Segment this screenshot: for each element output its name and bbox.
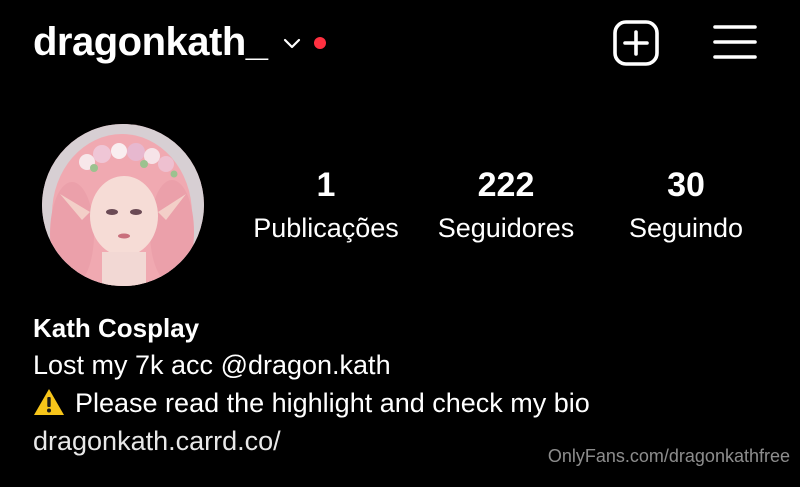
hamburger-menu-icon bbox=[712, 25, 758, 66]
stat-posts[interactable]: 1 Publicações bbox=[236, 164, 416, 248]
followers-label: Seguidores bbox=[437, 213, 575, 243]
notification-dot bbox=[313, 37, 326, 49]
plus-square-icon bbox=[612, 20, 660, 71]
display-name: Kath Cosplay bbox=[33, 313, 200, 343]
menu-button[interactable] bbox=[712, 22, 758, 62]
stat-followers[interactable]: 222 Seguidores bbox=[426, 164, 586, 248]
followers-count: 222 bbox=[477, 166, 535, 204]
bio-line-1: Lost my 7k acc @dragon.kath bbox=[33, 350, 391, 380]
bio-section: Kath Cosplay Lost my 7k acc @dragon.kath… bbox=[33, 310, 753, 460]
watermark: OnlyFans.com/dragonkathfree bbox=[547, 446, 790, 466]
following-label: Seguindo bbox=[628, 213, 744, 243]
username: dragonkath_ bbox=[33, 20, 268, 64]
avatar[interactable] bbox=[42, 124, 204, 286]
profile-stats: 1 Publicações 222 Seguidores 30 Seguindo bbox=[236, 164, 766, 254]
new-post-button[interactable] bbox=[612, 19, 660, 67]
warning-icon bbox=[33, 388, 65, 416]
stat-following[interactable]: 30 Seguindo bbox=[616, 164, 756, 248]
following-count: 30 bbox=[667, 166, 705, 204]
account-switcher[interactable]: dragonkath_ bbox=[33, 14, 326, 70]
top-bar: dragonkath_ bbox=[0, 0, 800, 90]
profile-photo bbox=[42, 124, 204, 286]
posts-count: 1 bbox=[316, 166, 336, 204]
chevron-down-icon bbox=[282, 37, 302, 51]
posts-label: Publicações bbox=[253, 213, 399, 243]
bio-line-2-text: Please read the highlight and check my b… bbox=[75, 388, 590, 418]
bio-line-2: Please read the highlight and check my b… bbox=[33, 384, 753, 422]
